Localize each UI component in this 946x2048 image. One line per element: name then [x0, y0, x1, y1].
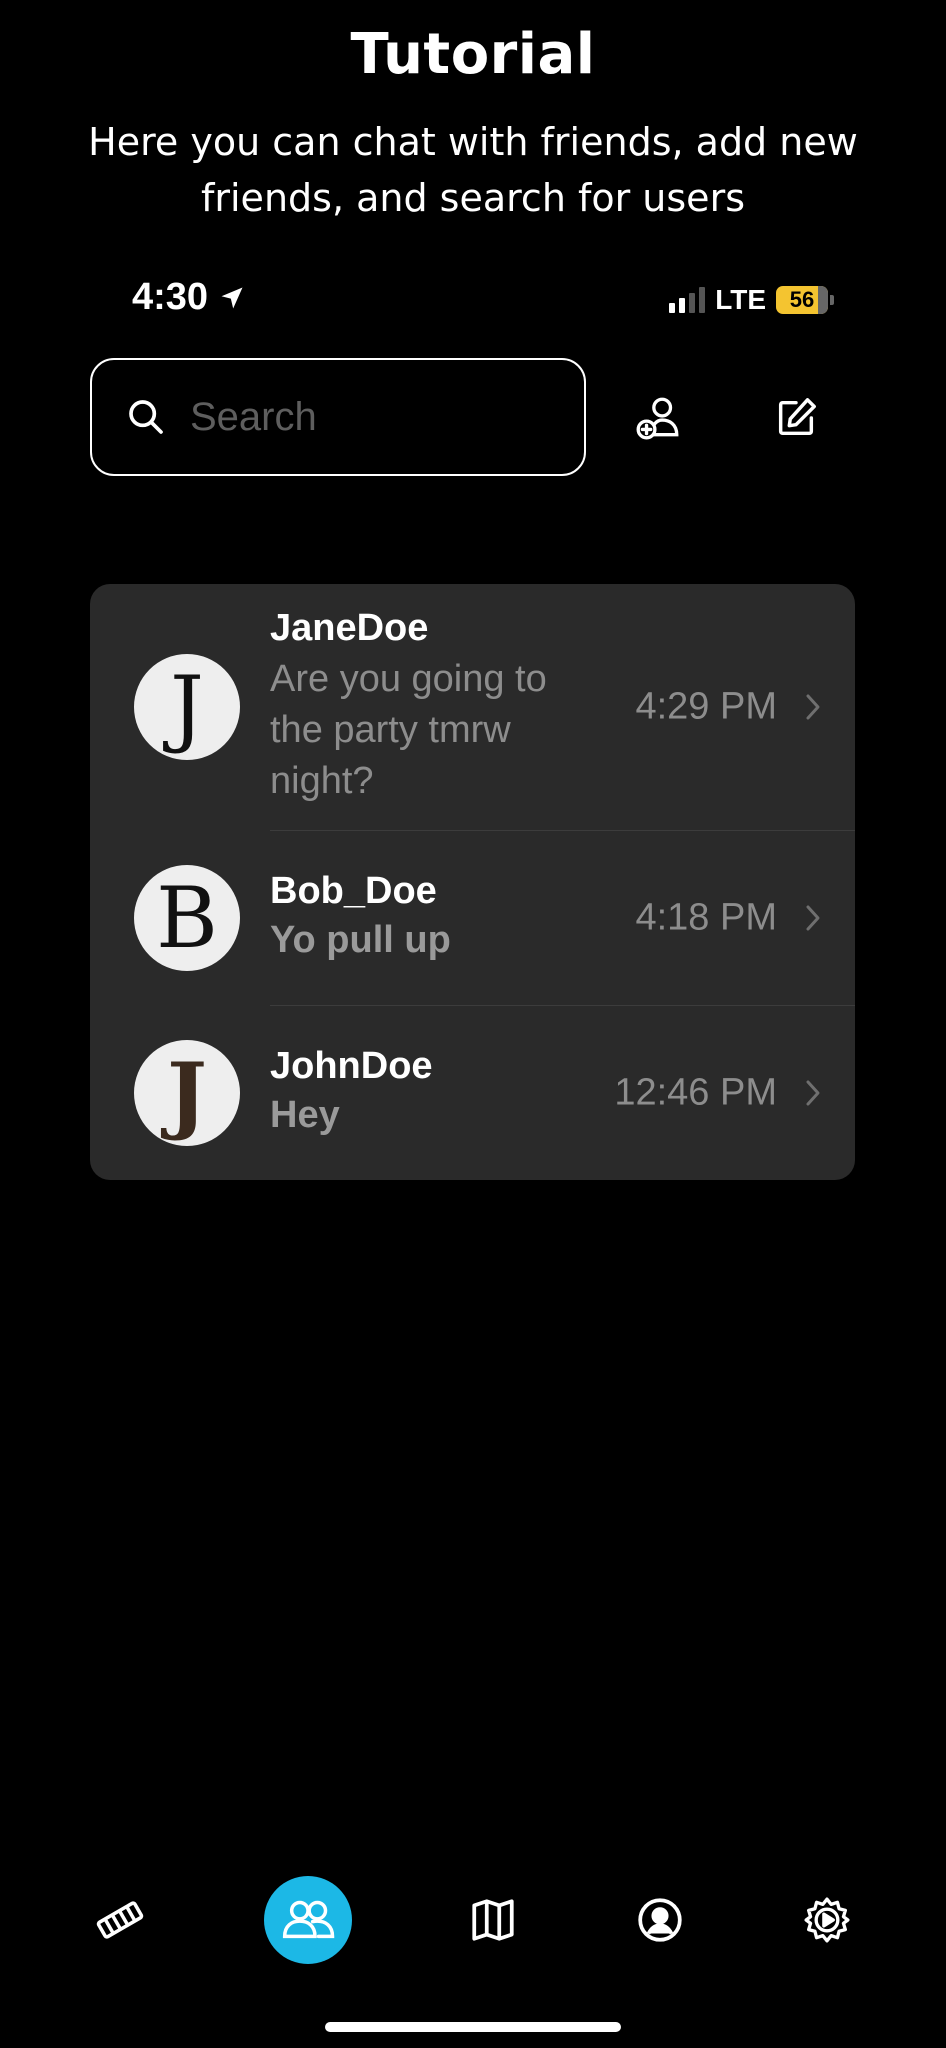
- status-bar-right: LTE 56: [669, 284, 834, 316]
- signal-icon: [669, 287, 706, 313]
- tab-profile[interactable]: [616, 1876, 704, 1964]
- clock-text: 4:30: [132, 276, 209, 318]
- chat-time: 12:46 PM: [614, 1071, 777, 1114]
- chat-time: 4:29 PM: [635, 685, 777, 728]
- add-friend-button[interactable]: [623, 383, 693, 453]
- status-bar-time: 4:30: [132, 276, 246, 319]
- avatar: J: [134, 1040, 240, 1146]
- chat-row-bob-doe[interactable]: B Bob_Doe Yo pull up 4:18 PM: [90, 831, 855, 1005]
- friends-icon: [282, 1900, 335, 1939]
- search-icon: [129, 400, 163, 434]
- search-input[interactable]: [188, 393, 552, 441]
- chat-row-janedoe[interactable]: J JaneDoe Are you going to the party tmr…: [90, 584, 855, 830]
- battery-icon: 56: [776, 286, 834, 314]
- chevron-right-icon: [806, 694, 820, 720]
- tutorial-title: Tutorial: [350, 22, 596, 87]
- chat-name: JaneDoe: [270, 607, 429, 649]
- location-arrow-icon: [221, 287, 243, 308]
- new-message-button[interactable]: [761, 383, 831, 453]
- tab-map[interactable]: [449, 1876, 537, 1964]
- tab-film[interactable]: [76, 1876, 164, 1964]
- chevron-right-icon: [806, 1080, 820, 1106]
- chevron-right-icon: [806, 905, 820, 931]
- home-indicator: [325, 2022, 621, 2032]
- chat-time: 4:18 PM: [635, 896, 777, 939]
- network-label: LTE: [715, 284, 766, 315]
- tab-friends[interactable]: [264, 1876, 352, 1964]
- film-icon: [96, 1901, 144, 1939]
- add-friend-icon: [636, 397, 679, 440]
- chat-preview: Are you going to the party tmrw night?: [270, 658, 547, 802]
- chat-row-johndoe[interactable]: J JohnDoe Hey 12:46 PM: [90, 1006, 855, 1180]
- search-box[interactable]: [90, 358, 586, 476]
- profile-icon: [638, 1898, 682, 1942]
- compose-icon: [778, 398, 816, 436]
- avatar: J: [134, 654, 240, 760]
- avatar: B: [134, 865, 240, 971]
- settings-icon: [804, 1897, 850, 1943]
- battery-level: 56: [789, 287, 815, 312]
- chat-list: J JaneDoe Are you going to the party tmr…: [90, 584, 855, 1180]
- map-icon: [472, 1899, 514, 1941]
- tutorial-subtitle: Here you can chat with friends, add new …: [88, 120, 858, 220]
- tab-settings[interactable]: [783, 1876, 871, 1964]
